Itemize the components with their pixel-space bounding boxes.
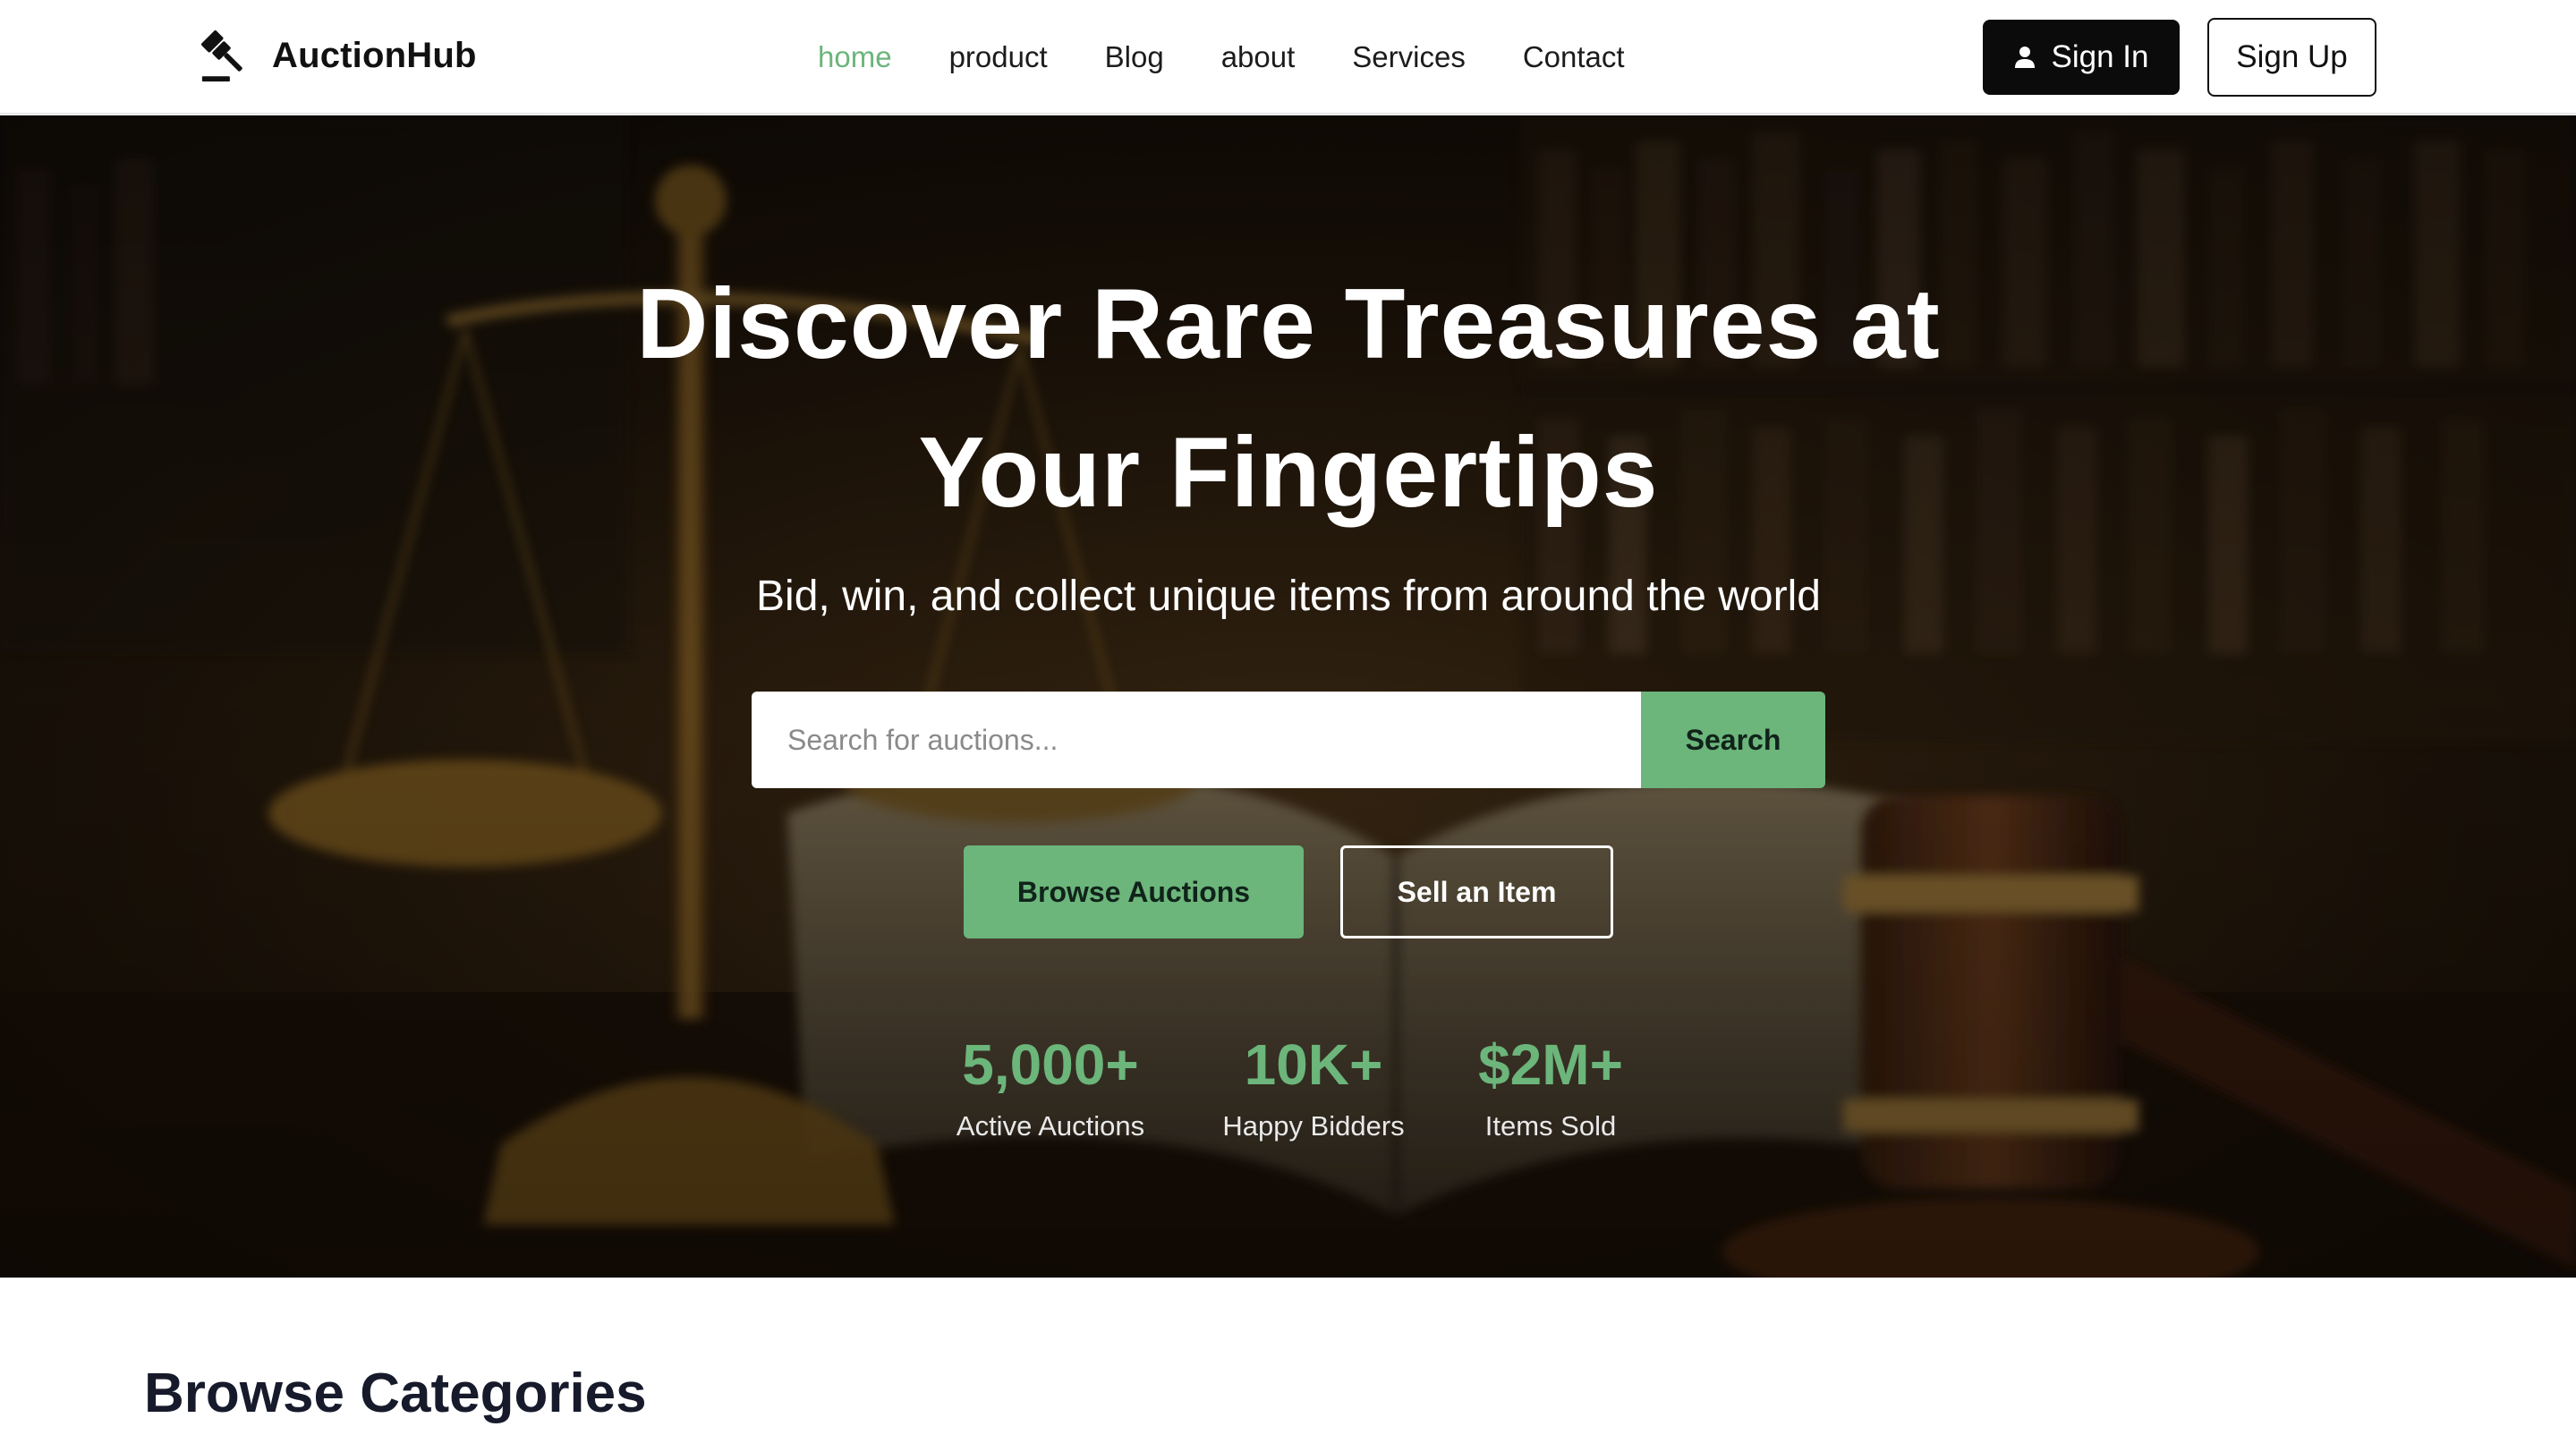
stat-value: $2M+ [1478,1032,1623,1097]
nav-item-about: about [1221,40,1296,74]
brand-name: AuctionHub [272,35,477,75]
stat-label: Active Auctions [956,1110,1145,1142]
nav-link-product[interactable]: product [949,40,1048,73]
stat-items-sold: $2M+ Items Sold [1425,1032,1676,1146]
nav-item-home: home [818,40,892,74]
stat-label: Happy Bidders [1222,1110,1405,1142]
main-nav: home product Blog about Services Contact [818,36,1625,79]
hero-title-line-2: Your Fingertips [918,417,1659,528]
nav-link-home[interactable]: home [818,40,892,73]
stat-happy-bidders: 10K+ Happy Bidders [1188,1032,1439,1146]
search-input[interactable] [752,692,1641,788]
gavel-icon [201,30,242,82]
nav-link-about[interactable]: about [1221,40,1296,73]
hero-title: Discover Rare Treasures at Your Fingerti… [483,250,2094,547]
stat-value: 5,000+ [962,1032,1139,1097]
stat-label: Items Sold [1484,1110,1617,1142]
nav-item-product: product [949,40,1048,74]
nav-item-blog: Blog [1105,40,1164,74]
search-button[interactable]: Search [1641,692,1825,788]
nav-item-services: Services [1352,40,1466,74]
hero-content: Discover Rare Treasures at Your Fingerti… [0,115,2576,1278]
sell-item-button[interactable]: Sell an Item [1340,845,1613,938]
nav-link-blog[interactable]: Blog [1105,40,1164,73]
auction-search-form: Search [752,692,1825,788]
sign-in-label: Sign In [2051,39,2149,74]
nav-item-contact: Contact [1523,40,1625,74]
nav-link-contact[interactable]: Contact [1523,40,1625,73]
hero-title-line-1: Discover Rare Treasures at [636,268,1941,379]
browse-auctions-button[interactable]: Browse Auctions [964,845,1304,938]
nav-link-services[interactable]: Services [1352,40,1466,73]
stat-active-auctions: 5,000+ Active Auctions [925,1032,1176,1146]
stat-value: 10K+ [1244,1032,1383,1097]
hero-section: Discover Rare Treasures at Your Fingerti… [0,115,2576,1278]
hero-subtitle: Bid, win, and collect unique items from … [756,573,1821,620]
top-navbar: AuctionHub home product Blog about Servi… [0,0,2576,115]
brand-logo[interactable]: AuctionHub [199,27,477,84]
browse-categories-heading: Browse Categories [144,1363,647,1424]
user-icon [2014,47,2035,68]
sign-up-button[interactable]: Sign Up [2207,18,2376,97]
sign-in-button[interactable]: Sign In [1983,20,2180,95]
